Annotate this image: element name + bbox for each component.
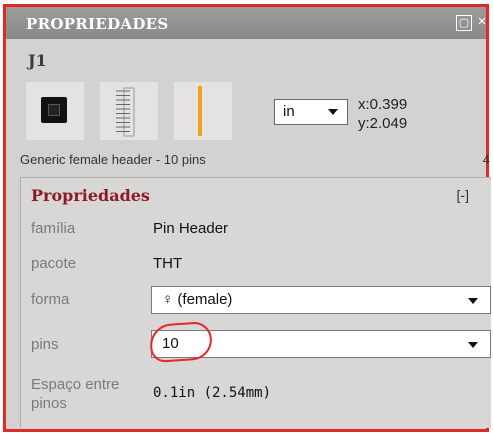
property-value-pin-spacing: 0.1in (2.54mm) bbox=[153, 385, 272, 401]
x-coordinate: x:0.399 bbox=[358, 96, 408, 113]
property-value-package: THT bbox=[153, 255, 183, 272]
close-panel-icon[interactable]: ✕ bbox=[474, 15, 490, 31]
part-name: J1 bbox=[28, 51, 47, 70]
collapse-button[interactable]: [-] bbox=[457, 187, 469, 203]
property-label-package: pacote bbox=[31, 255, 77, 272]
y-coordinate: y:2.049 bbox=[358, 115, 408, 132]
unit-value: in bbox=[283, 103, 295, 120]
pcb-view-icon[interactable] bbox=[174, 82, 232, 140]
form-select[interactable]: ♀ (female) bbox=[151, 286, 491, 314]
property-label-form: forma bbox=[31, 291, 70, 308]
description-overflow: 4 bbox=[482, 152, 490, 167]
chevron-down-icon bbox=[328, 109, 338, 115]
property-value-family: Pin Header bbox=[153, 220, 229, 237]
schematic-view-icon[interactable] bbox=[100, 82, 158, 140]
properties-heading: Propriedades bbox=[31, 186, 150, 205]
chevron-down-icon bbox=[468, 342, 478, 348]
part-description: Generic female header - 10 pins bbox=[20, 152, 206, 167]
property-label-family: família bbox=[31, 220, 76, 237]
property-label-pin-spacing: Espaço entre pinos bbox=[31, 376, 120, 412]
properties-panel: PROPRIEDADES ▢ ✕ J1 in x:0.399 y:2.049 G… bbox=[3, 4, 491, 432]
property-label-pins: pins bbox=[31, 336, 59, 353]
breadboard-view-icon[interactable] bbox=[26, 82, 84, 140]
coordinates-readout: x:0.399 y:2.049 bbox=[358, 95, 407, 133]
part-view-images bbox=[26, 82, 232, 140]
form-select-value: ♀ (female) bbox=[162, 291, 233, 308]
panel-titlebar[interactable]: PROPRIEDADES ▢ ✕ bbox=[6, 7, 487, 39]
unit-select[interactable]: in bbox=[274, 99, 348, 125]
float-panel-icon[interactable]: ▢ bbox=[456, 15, 472, 31]
properties-section: Propriedades [-] família Pin Header paco… bbox=[20, 177, 491, 428]
panel-title: PROPRIEDADES bbox=[26, 15, 169, 33]
chevron-down-icon bbox=[468, 298, 478, 304]
